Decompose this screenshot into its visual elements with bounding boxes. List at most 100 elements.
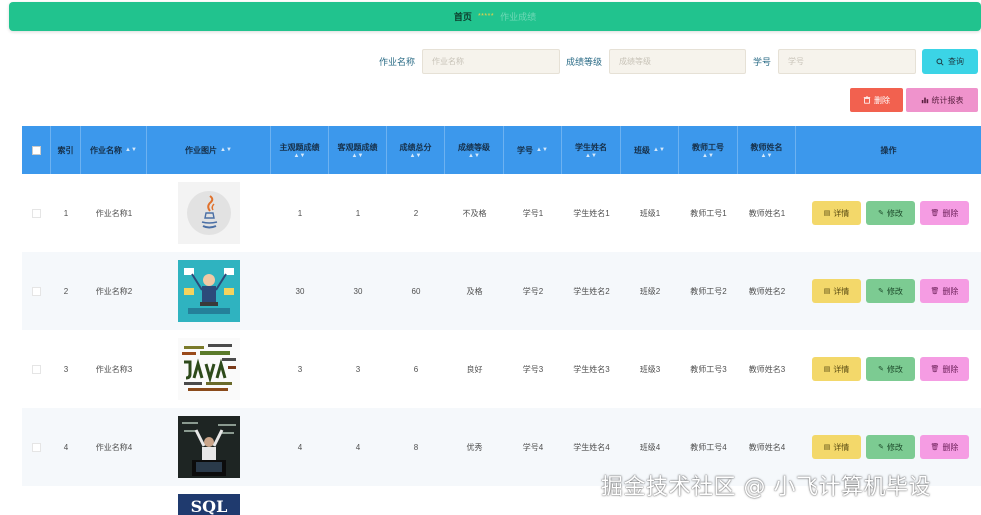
- row-checkbox[interactable]: [32, 442, 41, 452]
- detail-button[interactable]: ▤ 详情: [812, 357, 861, 381]
- row-delete-button[interactable]: 🗑 删除: [920, 201, 969, 225]
- select-all-checkbox[interactable]: [31, 145, 41, 155]
- cell-assignment-image: [147, 174, 271, 252]
- header-grade-level[interactable]: 成绩等级 ▲▼: [445, 126, 504, 174]
- row-checkbox[interactable]: [32, 208, 41, 218]
- header-index: 索引: [51, 126, 81, 174]
- sort-caret-icon[interactable]: ▲▼: [125, 147, 137, 153]
- row-checkbox[interactable]: [32, 286, 41, 296]
- sort-caret-icon[interactable]: ▲▼: [220, 147, 232, 153]
- detail-button-label: 详情: [833, 442, 850, 452]
- cell-grade-level: 不及格: [462, 208, 487, 218]
- sort-caret-icon[interactable]: ▲▼: [653, 147, 665, 153]
- row-delete-button[interactable]: 🗑 删除: [920, 435, 969, 459]
- header-subjective-score[interactable]: 主观题成绩 ▲▼: [271, 126, 329, 174]
- cell-assignment-image: [147, 330, 271, 408]
- cell-index: 1: [63, 208, 69, 218]
- cell-assignment-name: 作业名称3: [95, 364, 133, 374]
- header-actions: 操作: [796, 126, 981, 174]
- row-checkbox-cell[interactable]: [22, 408, 51, 486]
- document-icon: ▤: [823, 210, 831, 217]
- batch-delete-button[interactable]: 删除: [850, 88, 903, 112]
- chalkboard-coder-image[interactable]: [178, 416, 240, 478]
- pencil-icon: ✎: [878, 288, 884, 295]
- batch-delete-label: 删除: [874, 95, 890, 105]
- cell-teacher-id: 教师工号3: [690, 364, 727, 374]
- edit-button[interactable]: ✎ 修改: [866, 279, 915, 303]
- header-select-all[interactable]: [22, 126, 51, 174]
- row-checkbox[interactable]: [32, 364, 41, 374]
- edit-button[interactable]: ✎ 修改: [866, 357, 915, 381]
- cell-student-id: 学号4: [522, 442, 544, 452]
- header-index-label: 索引: [57, 145, 74, 155]
- header-assignment-image-label: 作业图片: [185, 145, 218, 155]
- cell-index: 2: [63, 286, 69, 296]
- statistics-report-label: 统计报表: [931, 95, 964, 105]
- sort-caret-icon[interactable]: ▲▼: [468, 153, 480, 159]
- cell-total-score: 8: [413, 442, 419, 452]
- header-teacher-name-label: 教师姓名: [750, 142, 783, 152]
- header-student-name[interactable]: 学生姓名 ▲▼: [562, 126, 621, 174]
- row-checkbox-cell[interactable]: [22, 174, 51, 252]
- table-header: 索引 作业名称 ▲▼ 作业图片 ▲▼ 主观题成绩 ▲▼ 客观题成绩 ▲▼ 成绩总分 ▲▼ …: [22, 126, 981, 174]
- header-class-label: 班级: [634, 145, 651, 155]
- sql-book-image[interactable]: SQL: [178, 494, 240, 515]
- statistics-report-button[interactable]: 统计报表: [906, 88, 978, 112]
- sort-caret-icon[interactable]: ▲▼: [294, 153, 306, 159]
- cell-teacher-id: 教师工号2: [690, 286, 727, 296]
- cell-objective-score: 30: [353, 286, 363, 296]
- sort-caret-icon[interactable]: ▲▼: [536, 147, 548, 153]
- header-class[interactable]: 班级 ▲▼: [621, 126, 679, 174]
- cell-assignment-name: 作业名称4: [95, 442, 133, 452]
- row-checkbox-cell[interactable]: [22, 252, 51, 330]
- sort-caret-icon[interactable]: ▲▼: [410, 153, 422, 159]
- cell-grade-level: 良好: [466, 364, 483, 374]
- header-objective-score[interactable]: 客观题成绩 ▲▼: [329, 126, 387, 174]
- query-button[interactable]: 查询: [922, 49, 978, 74]
- sort-caret-icon[interactable]: ▲▼: [702, 153, 714, 159]
- cell-student-id: 学号1: [522, 208, 544, 218]
- detail-button[interactable]: ▤ 详情: [812, 201, 861, 225]
- student-id-input[interactable]: [778, 49, 916, 74]
- java-logo-image[interactable]: [178, 182, 240, 244]
- header-total-score[interactable]: 成绩总分 ▲▼: [387, 126, 445, 174]
- nav-home-link[interactable]: 首页: [454, 10, 472, 23]
- row-checkbox-cell[interactable]: [22, 330, 51, 408]
- detail-button[interactable]: ▤ 详情: [812, 279, 861, 303]
- header-assignment-name[interactable]: 作业名称 ▲▼: [81, 126, 147, 174]
- sort-caret-icon[interactable]: ▲▼: [761, 153, 773, 159]
- grade-level-input[interactable]: [609, 49, 746, 74]
- header-teacher-id[interactable]: 教师工号 ▲▼: [679, 126, 738, 174]
- cell-assignment-image: [147, 252, 271, 330]
- header-assignment-image[interactable]: 作业图片 ▲▼: [147, 126, 271, 174]
- edit-button[interactable]: ✎ 修改: [866, 201, 915, 225]
- cell-class: 班级2: [639, 286, 661, 296]
- document-icon: ▤: [823, 288, 831, 295]
- header-objective-score-label: 客观题成绩: [337, 142, 378, 152]
- trash-icon: 🗑: [930, 444, 940, 451]
- cell-assignment-name: 作业名称1: [95, 208, 133, 218]
- cell-student-name: 学生姓名1: [573, 208, 610, 218]
- assignment-name-input[interactable]: [422, 49, 560, 74]
- edit-button-label: 修改: [886, 286, 903, 296]
- edit-button[interactable]: ✎ 修改: [866, 435, 915, 459]
- detail-button[interactable]: ▤ 详情: [812, 435, 861, 459]
- header-actions-label: 操作: [880, 145, 897, 155]
- header-student-id-label: 学号: [517, 145, 534, 155]
- sort-caret-icon[interactable]: ▲▼: [585, 153, 597, 159]
- cell-class: 班级3: [639, 364, 661, 374]
- cell-objective-score: 1: [355, 208, 361, 218]
- header-teacher-name[interactable]: 教师姓名 ▲▼: [738, 126, 796, 174]
- java-wordcloud-image[interactable]: [178, 338, 240, 400]
- cell-teacher-name: 教师姓名2: [748, 286, 786, 296]
- multitasking-developer-image[interactable]: [178, 260, 240, 322]
- cell-teacher-name: 教师姓名3: [748, 364, 786, 374]
- table-row: 2 作业名称2 30 30 60 及格 学号2 学生姓名2 班级2 教师工号2: [22, 252, 981, 330]
- search-label-grade-level: 成绩等级: [566, 57, 603, 67]
- sort-caret-icon[interactable]: ▲▼: [352, 153, 364, 159]
- search-label-student-id: 学号: [753, 57, 772, 67]
- cell-subjective-score: 30: [295, 286, 305, 296]
- header-student-id[interactable]: 学号 ▲▼: [504, 126, 562, 174]
- row-delete-button[interactable]: 🗑 删除: [920, 357, 969, 381]
- row-delete-button[interactable]: 🗑 删除: [920, 279, 969, 303]
